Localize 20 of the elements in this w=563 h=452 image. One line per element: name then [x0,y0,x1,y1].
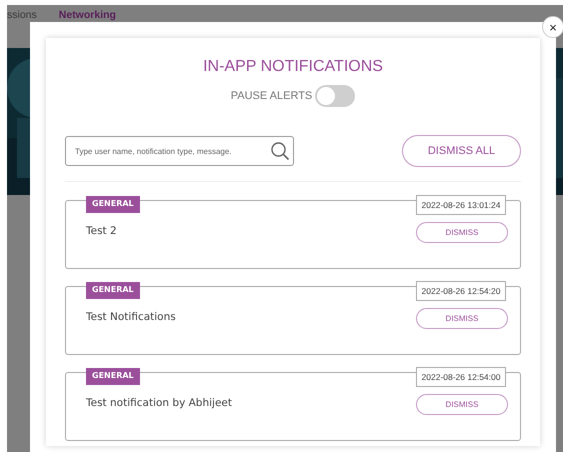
category-tag: GENERAL [86,282,140,299]
dismiss-button[interactable]: DISMISS [416,308,508,329]
notification-message: Test 2 [86,225,117,237]
notification-message: Test notification by Abhijeet [86,397,232,409]
dismiss-all-button[interactable]: DISMISS ALL [402,135,521,167]
dialog-title: IN-APP NOTIFICATIONS [202,58,384,76]
category-tag: GENERAL [86,196,140,213]
pause-alerts-label: PAUSE ALERTS [230,90,312,102]
dismiss-button[interactable]: DISMISS [416,222,508,243]
notification-message: Test Notifications [86,311,176,323]
nav-tab[interactable]: ssions [7,9,37,21]
timestamp: 2022-08-26 12:54:00 [416,367,506,387]
timestamp: 2022-08-26 13:01:24 [416,195,506,215]
search-field[interactable]: Type user name, notification type, message. [65,136,294,166]
pause-alerts-toggle[interactable] [315,85,356,107]
search-icon [270,141,290,161]
timestamp: 2022-08-26 12:54:20 [416,281,506,301]
dismiss-button[interactable]: DISMISS [416,394,508,415]
nav-tab[interactable]: Networking [58,9,116,21]
category-tag: GENERAL [86,368,140,385]
